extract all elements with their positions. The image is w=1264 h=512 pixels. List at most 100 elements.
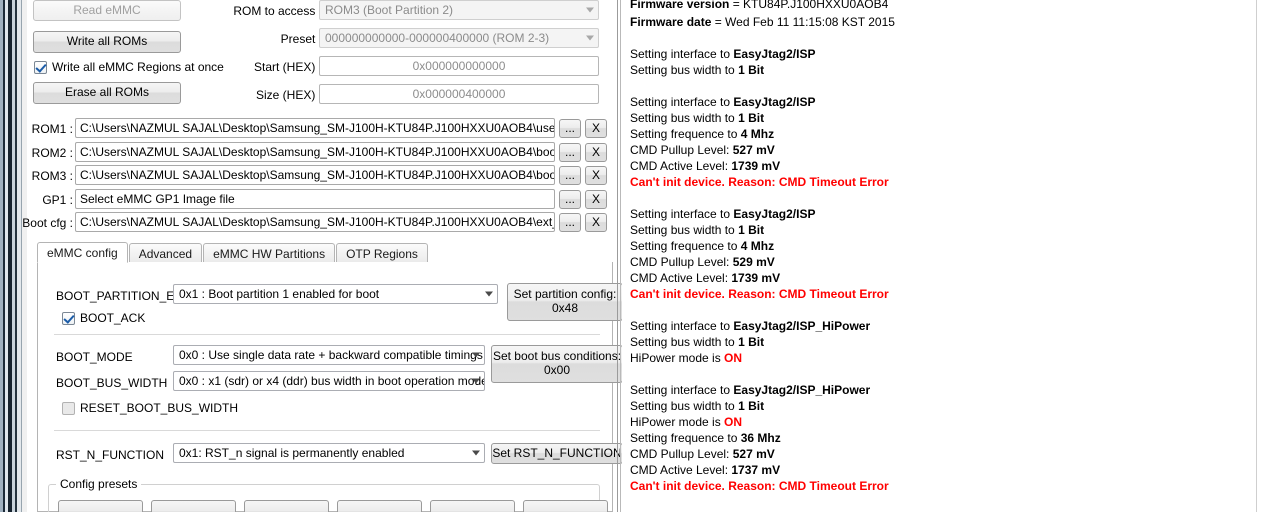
boot-ack-checkbox[interactable]: BOOT_ACK [62, 311, 145, 325]
tab-emmc-config[interactable]: eMMC config [37, 242, 128, 263]
log-line-setting: Setting interface to EasyJtag2/ISP [630, 94, 1255, 110]
log-panel-right-edge [1256, 0, 1257, 512]
log-text: Setting bus width to [630, 335, 739, 349]
panel-divider-inner [620, 0, 621, 512]
rst-n-function-label: RST_N_FUNCTION [56, 448, 165, 462]
tab-label: eMMC HW Partitions [213, 246, 326, 261]
read-emmc-button[interactable]: Read eMMC [33, 0, 181, 21]
size-hex-input[interactable]: 0x000000400000 [319, 84, 599, 104]
checkbox-box [62, 311, 75, 325]
log-line-setting: HiPower mode is ON [630, 350, 1255, 366]
tab-otp-regions[interactable]: OTP Regions [336, 243, 428, 263]
log-line-blank [630, 30, 1255, 46]
boot-partition-en-dropdown[interactable]: 0x1 : Boot partition 1 enabled for boot [173, 284, 498, 304]
chevron-down-icon [485, 291, 493, 297]
config-preset-button[interactable] [523, 500, 608, 512]
start-hex-input[interactable]: 0x000000000000 [319, 56, 599, 76]
rom-path-input[interactable]: C:\Users\NAZMUL SAJAL\Desktop\Samsung_SM… [75, 118, 555, 138]
chevron-down-icon [586, 35, 594, 41]
log-text: Setting interface to [630, 47, 734, 61]
checkbox-label: RESET_BOOT_BUS_WIDTH [80, 401, 239, 415]
config-preset-button[interactable] [151, 500, 236, 512]
log-line-setting: CMD Active Level: 1739 mV [630, 158, 1255, 174]
log-bold-value: 36 Mhz [740, 431, 781, 445]
size-hex-label: Size (HEX) : [255, 88, 322, 102]
clear-path-button[interactable]: X [585, 190, 607, 209]
log-line-key-value: Firmware date = Wed Feb 11 11:15:08 KST … [630, 14, 1255, 30]
log-line-setting: CMD Active Level: 1739 mV [630, 270, 1255, 286]
log-line-blank [630, 366, 1255, 382]
rom-to-access-dropdown[interactable]: ROM3 (Boot Partition 2) [319, 0, 599, 20]
log-text: CMD Active Level: [630, 159, 732, 173]
set-partition-config-line1: Set partition config: [513, 287, 617, 302]
browse-button[interactable]: ... [559, 166, 581, 185]
panel-divider-outer [617, 0, 618, 512]
log-line-setting: Setting bus width to 1 Bit [630, 334, 1255, 350]
erase-all-roms-button[interactable]: Erase all ROMs [33, 82, 181, 104]
log-line-setting: Setting interface to EasyJtag2/ISP_HiPow… [630, 318, 1255, 334]
log-bold-value: EasyJtag2/ISP [733, 47, 816, 61]
set-partition-config-button[interactable]: Set partition config: 0x48 [507, 283, 623, 321]
log-text: CMD Active Level: [630, 463, 732, 477]
log-bold-value: 1737 mV [731, 463, 781, 477]
config-preset-button[interactable] [430, 500, 515, 512]
log-text: HiPower mode is [630, 351, 725, 365]
browse-button[interactable]: ... [559, 190, 581, 209]
log-line-setting: CMD Pullup Level: 527 mV [630, 446, 1255, 462]
rom-to-access-value: ROM3 (Boot Partition 2) [325, 3, 454, 17]
log-text: Setting interface to [630, 319, 734, 333]
clear-path-button[interactable]: X [585, 143, 607, 162]
log-line-setting: CMD Pullup Level: 529 mV [630, 254, 1255, 270]
activity-log[interactable]: Firmware version = KTU84P.J100HXXU0AOB4 F… [622, 0, 1255, 512]
log-bold-value: EasyJtag2/ISP [733, 207, 816, 221]
log-line-setting: CMD Active Level: 1737 mV [630, 462, 1255, 478]
rst-n-function-value: 0x1: RST_n signal is permanently enabled [179, 446, 405, 460]
log-status-value: ON [724, 415, 743, 429]
tab-label: Advanced [138, 246, 193, 261]
clear-path-button[interactable]: X [585, 166, 607, 185]
config-preset-button[interactable] [337, 500, 422, 512]
chevron-down-icon [472, 450, 480, 456]
rom-path-input[interactable]: Select eMMC GP1 Image file [75, 189, 555, 209]
write-all-roms-button[interactable]: Write all ROMs [33, 31, 181, 53]
log-line-setting: Setting bus width to 1 Bit [630, 62, 1255, 78]
boot-bus-width-label: BOOT_BUS_WIDTH [56, 376, 168, 390]
log-line-setting: Setting frequence to 4 Mhz [630, 126, 1255, 142]
rst-n-function-dropdown[interactable]: 0x1: RST_n signal is permanently enabled [173, 443, 485, 463]
set-rst-n-function-button[interactable]: Set RST_N_FUNCTION [491, 443, 623, 464]
boot-mode-label: BOOT_MODE [56, 350, 133, 364]
clear-path-button[interactable]: X [585, 119, 607, 138]
set-boot-bus-conditions-button[interactable]: Set boot bus conditions: 0x00 [491, 345, 623, 383]
boot-mode-value: 0x0 : Use single data rate + backward co… [179, 348, 485, 362]
browse-button[interactable]: ... [559, 143, 581, 162]
rom-path-input[interactable]: C:\Users\NAZMUL SAJAL\Desktop\Samsung_SM… [75, 212, 555, 232]
log-text: Setting bus width to [630, 399, 739, 413]
config-preset-button[interactable] [58, 500, 143, 512]
browse-button[interactable]: ... [559, 119, 581, 138]
reset-boot-bus-width-checkbox[interactable]: RESET_BOOT_BUS_WIDTH [62, 401, 238, 415]
config-preset-button[interactable] [244, 500, 329, 512]
checkbox-label: BOOT_ACK [80, 311, 146, 325]
browse-button[interactable]: ... [559, 213, 581, 232]
log-bold-value: 529 mV [732, 255, 775, 269]
rom-path-input[interactable]: C:\Users\NAZMUL SAJAL\Desktop\Samsung_SM… [75, 142, 555, 162]
tab-advanced[interactable]: Advanced [128, 243, 203, 263]
log-line-setting: Setting bus width to 1 Bit [630, 398, 1255, 414]
log-bold-value: EasyJtag2/ISP_HiPower [733, 383, 871, 397]
set-boot-bus-conditions-line1: Set boot bus conditions: [492, 349, 622, 364]
log-text: Setting bus width to [630, 223, 739, 237]
preset-label: Preset : [280, 32, 322, 46]
rom-path-input[interactable]: C:\Users\NAZMUL SAJAL\Desktop\Samsung_SM… [75, 165, 555, 185]
log-text: CMD Pullup Level: [630, 255, 733, 269]
boot-mode-dropdown[interactable]: 0x0 : Use single data rate + backward co… [173, 345, 485, 365]
log-text: Setting interface to [630, 383, 734, 397]
tab-emmc-hw-partitions[interactable]: eMMC HW Partitions [203, 243, 336, 263]
clear-path-button[interactable]: X [585, 213, 607, 232]
log-text: Setting interface to [630, 207, 734, 221]
log-bold-value: 527 mV [732, 447, 775, 461]
preset-dropdown[interactable]: 000000000000-000000400000 (ROM 2-3) [319, 28, 599, 48]
log-line-setting: Setting bus width to 1 Bit [630, 222, 1255, 238]
rom-to-access-label: ROM to access : [233, 4, 322, 18]
log-key: Firmware version [630, 0, 730, 11]
boot-bus-width-dropdown[interactable]: 0x0 : x1 (sdr) or x4 (ddr) bus width in … [173, 371, 485, 391]
